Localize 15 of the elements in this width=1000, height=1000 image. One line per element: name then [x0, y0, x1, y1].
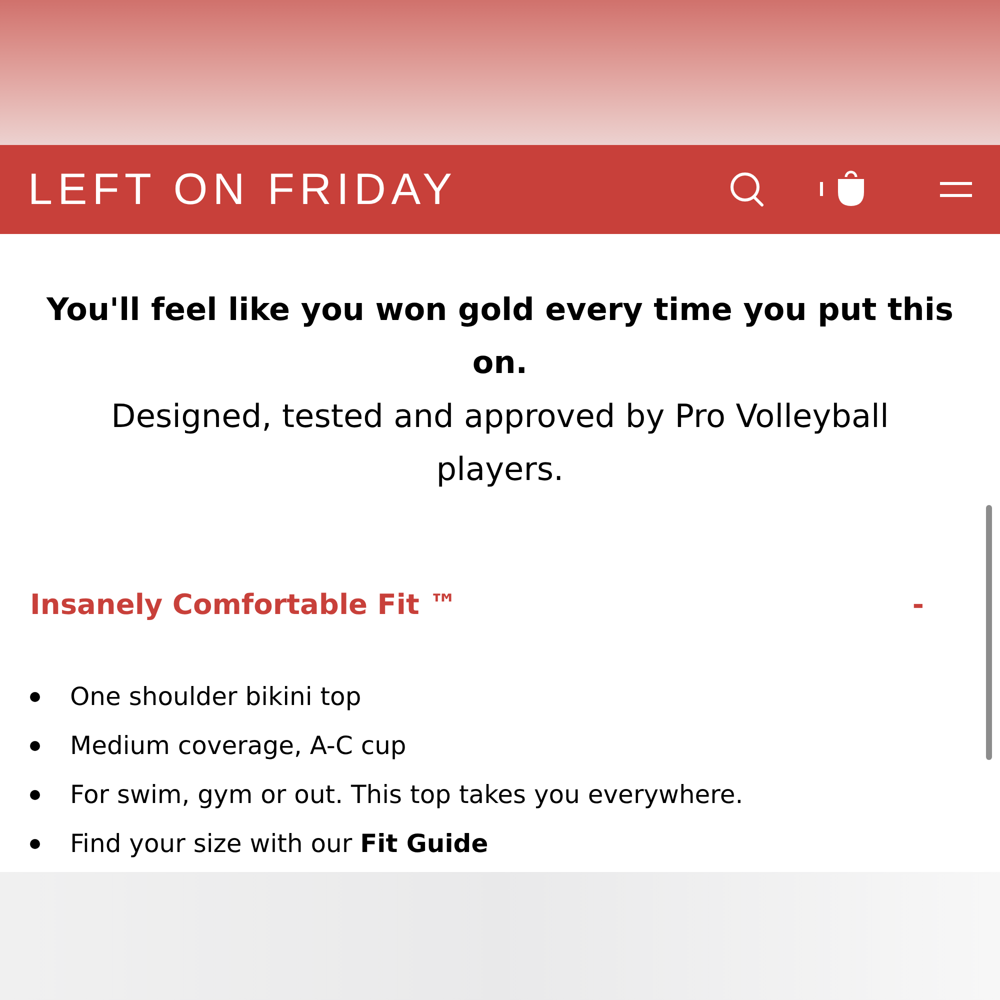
menu-icon[interactable]	[940, 180, 972, 200]
bullet-icon	[30, 790, 40, 800]
intro-subline: Designed, tested and approved by Pro Volleyball players.	[110, 396, 890, 490]
bullet-text: One shoulder bikini top	[70, 680, 362, 713]
bullet-text: Find your size with our Fit Guide	[70, 828, 488, 860]
bullet-icon	[30, 740, 40, 750]
section-title[interactable]: Insanely Comfortable Fit ™	[30, 584, 458, 626]
site-logo[interactable]: LEFT ON FRIDAY	[28, 168, 458, 212]
bullet-text: Medium coverage, A-C cup	[70, 730, 406, 762]
bullet-icon	[30, 692, 40, 702]
bullet-text: For swim, gym or out. This top takes you everywhere.	[70, 778, 744, 811]
collapse-toggle[interactable]: -	[912, 584, 924, 626]
scrollbar-thumb[interactable]	[986, 505, 992, 760]
bullet-icon	[30, 838, 40, 848]
intro-headline: You'll feel like you won gold every time you put this on.	[46, 291, 954, 383]
